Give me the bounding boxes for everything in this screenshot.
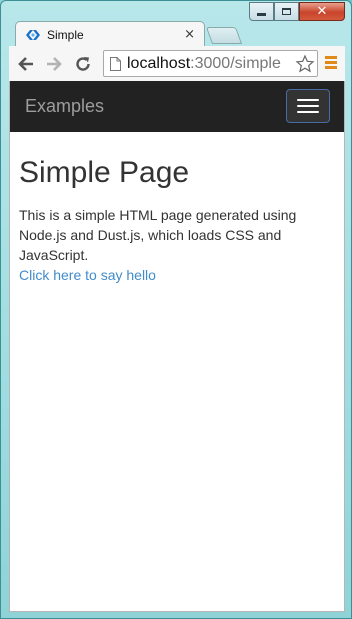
browser-window: ✕ Simple × localhost:3000/simple Example… bbox=[0, 0, 352, 619]
close-window-button[interactable]: ✕ bbox=[299, 2, 345, 21]
bookmark-star-icon[interactable] bbox=[295, 54, 315, 74]
page-icon bbox=[110, 56, 121, 71]
tab-title: Simple bbox=[47, 27, 84, 42]
minimize-icon bbox=[257, 13, 266, 16]
page-title: Simple Page bbox=[19, 156, 190, 189]
page-content: Simple Page This is a simple HTML page g… bbox=[19, 155, 337, 285]
address-bar[interactable]: localhost:3000/simple bbox=[103, 50, 318, 77]
forward-arrow-icon bbox=[47, 57, 62, 71]
close-icon: ✕ bbox=[316, 4, 328, 19]
maximize-button[interactable] bbox=[274, 2, 299, 21]
navbar-toggle-button[interactable] bbox=[286, 89, 330, 123]
minimize-button[interactable] bbox=[249, 2, 274, 21]
navbar: Examples bbox=[10, 81, 344, 132]
back-button[interactable] bbox=[15, 53, 37, 75]
page-description: This is a simple HTML page generated usi… bbox=[19, 207, 297, 263]
chrome-menu-icon[interactable] bbox=[325, 56, 337, 71]
maximize-icon bbox=[282, 8, 291, 15]
browser-tab[interactable]: Simple × bbox=[15, 21, 205, 47]
reload-icon bbox=[76, 57, 90, 71]
navbar-brand[interactable]: Examples bbox=[25, 96, 104, 117]
url-text: localhost:3000/simple bbox=[127, 54, 281, 72]
forward-button[interactable] bbox=[43, 53, 65, 75]
page-viewport: Examples Simple Page This is a simple HT… bbox=[9, 81, 345, 612]
browser-toolbar: localhost:3000/simple bbox=[9, 46, 345, 82]
tab-close-icon[interactable]: × bbox=[184, 27, 195, 42]
new-tab-button[interactable] bbox=[205, 27, 243, 44]
hamburger-icon bbox=[297, 99, 319, 101]
say-hello-link[interactable]: Click here to say hello bbox=[19, 265, 337, 285]
reload-button[interactable] bbox=[72, 53, 94, 75]
back-arrow-icon bbox=[18, 57, 33, 71]
dust-favicon-icon bbox=[26, 29, 40, 40]
